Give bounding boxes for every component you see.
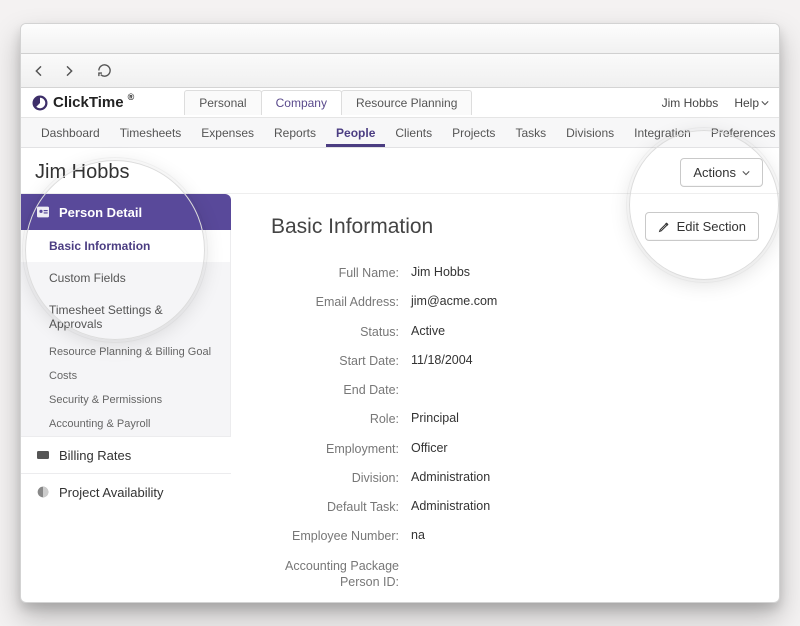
nav-clients[interactable]: Clients xyxy=(385,118,442,147)
field-label: Employment: xyxy=(271,441,411,457)
field-row: Default Task:Administration xyxy=(271,499,759,515)
help-menu[interactable]: Help xyxy=(734,96,769,110)
tab-company[interactable]: Company xyxy=(261,90,342,115)
brand-bar: ClickTime® Personal Company Resource Pla… xyxy=(21,88,779,118)
sidebar-item-custom-fields[interactable]: Custom Fields xyxy=(21,262,230,294)
forward-button[interactable] xyxy=(61,63,77,79)
module-tabs: Personal Company Resource Planning xyxy=(184,90,471,115)
nav-dashboard[interactable]: Dashboard xyxy=(31,118,110,147)
sidebar-section-list: Basic Information Custom Fields Timeshee… xyxy=(21,230,231,436)
sidebar-section-project-availability[interactable]: Project Availability xyxy=(21,473,231,510)
field-value: Jim Hobbs xyxy=(411,265,470,279)
pencil-icon xyxy=(658,220,671,233)
chevron-down-icon xyxy=(742,169,750,177)
nav-projects[interactable]: Projects xyxy=(442,118,505,147)
current-user[interactable]: Jim Hobbs xyxy=(662,96,719,110)
field-label: Default Task: xyxy=(271,499,411,515)
nav-divisions[interactable]: Divisions xyxy=(556,118,624,147)
person-detail-icon xyxy=(35,204,51,220)
edit-section-button[interactable]: Edit Section xyxy=(645,212,759,241)
nav-reports[interactable]: Reports xyxy=(264,118,326,147)
actions-button[interactable]: Actions xyxy=(680,158,763,187)
reload-button[interactable] xyxy=(97,63,112,78)
field-label: Division: xyxy=(271,470,411,486)
billing-rates-icon xyxy=(35,447,51,463)
nav-timesheets[interactable]: Timesheets xyxy=(110,118,192,147)
field-label: Accounting Package Person ID: xyxy=(271,558,411,591)
field-value: Active xyxy=(411,324,445,338)
nav-preferences[interactable]: Preferences xyxy=(701,118,780,147)
main-panel: Basic Information Edit Section Full Name… xyxy=(231,194,779,603)
nav-tasks[interactable]: Tasks xyxy=(505,118,556,147)
field-value: Principal xyxy=(411,411,459,425)
tab-resource-planning[interactable]: Resource Planning xyxy=(341,90,472,115)
page-header: Jim Hobbs Actions xyxy=(21,148,779,194)
sub-nav: Dashboard Timesheets Expenses Reports Pe… xyxy=(21,118,779,148)
nav-integration[interactable]: Integration xyxy=(624,118,701,147)
sidebar-item-accounting[interactable]: Accounting & Payroll xyxy=(21,412,230,436)
nav-expenses[interactable]: Expenses xyxy=(191,118,264,147)
field-row: Employee Number:na xyxy=(271,528,759,544)
field-row: Full Name:Jim Hobbs xyxy=(271,265,759,281)
nav-people[interactable]: People xyxy=(326,118,385,147)
field-value: Administration xyxy=(411,470,490,484)
field-row: Role:Principal xyxy=(271,411,759,427)
window-titlebar xyxy=(21,24,779,54)
back-button[interactable] xyxy=(31,63,47,79)
availability-icon xyxy=(35,484,51,500)
field-label: Full Name: xyxy=(271,265,411,281)
field-label: Email Address: xyxy=(271,294,411,310)
page-title: Jim Hobbs xyxy=(35,161,129,184)
field-row: End Date: xyxy=(271,382,759,398)
sidebar-item-security[interactable]: Security & Permissions xyxy=(21,388,230,412)
field-value: na xyxy=(411,528,425,542)
field-list: Full Name:Jim Hobbs Email Address:jim@acm… xyxy=(271,265,759,603)
sidebar-heading: Person Detail xyxy=(21,194,231,230)
tab-personal[interactable]: Personal xyxy=(184,90,261,115)
field-label: Start Date: xyxy=(271,353,411,369)
field-label: Role: xyxy=(271,411,411,427)
sidebar-section-billing-rates[interactable]: Billing Rates xyxy=(21,436,231,473)
field-label: Status: xyxy=(271,324,411,340)
sidebar-item-resource-planning[interactable]: Resource Planning & Billing Goal xyxy=(21,340,230,364)
section-title: Basic Information xyxy=(271,215,433,239)
field-label: Employee Number: xyxy=(271,528,411,544)
field-value: Administration xyxy=(411,499,490,513)
sidebar-item-costs[interactable]: Costs xyxy=(21,364,230,388)
field-value: 11/18/2004 xyxy=(411,353,473,367)
field-value: Officer xyxy=(411,441,448,455)
browser-window: ClickTime® Personal Company Resource Pla… xyxy=(20,23,780,603)
field-label: End Date: xyxy=(271,382,411,398)
logo[interactable]: ClickTime® xyxy=(31,94,134,112)
sidebar-item-basic-information[interactable]: Basic Information xyxy=(21,230,230,262)
field-row: Employment:Officer xyxy=(271,441,759,457)
field-value: jim@acme.com xyxy=(411,294,497,308)
field-row: Start Date:11/18/2004 xyxy=(271,353,759,369)
field-row: Division:Administration xyxy=(271,470,759,486)
field-row: Email Address:jim@acme.com xyxy=(271,294,759,310)
field-row: Status:Active xyxy=(271,324,759,340)
logo-text: ClickTime xyxy=(53,94,124,111)
content-area: Person Detail Basic Information Custom F… xyxy=(21,194,779,603)
sidebar: Person Detail Basic Information Custom F… xyxy=(21,194,231,603)
field-row: Accounting Package Person ID: xyxy=(271,558,759,591)
browser-toolbar xyxy=(21,54,779,88)
sidebar-item-timesheet-settings[interactable]: Timesheet Settings & Approvals xyxy=(21,294,230,340)
